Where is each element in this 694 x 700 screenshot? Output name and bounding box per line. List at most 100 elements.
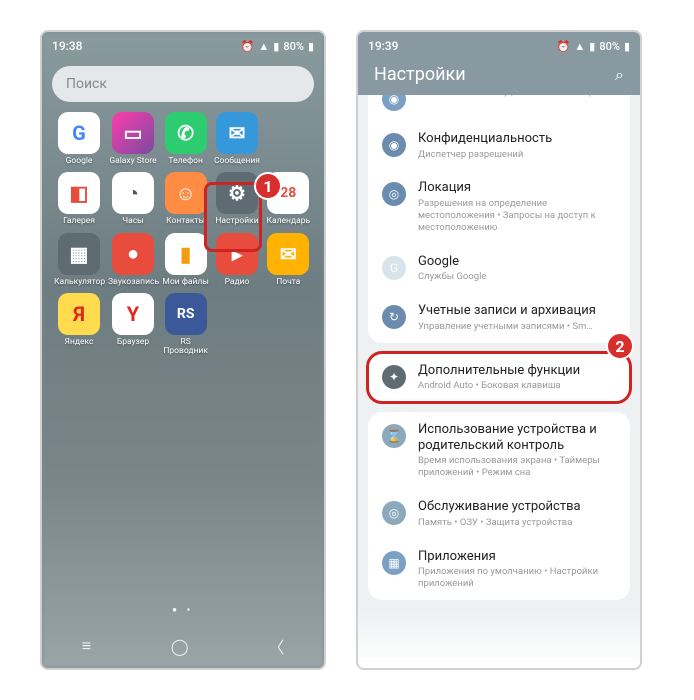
clock: 19:38 bbox=[52, 39, 82, 53]
app-empty bbox=[265, 112, 312, 166]
alarm-icon: ⏰ bbox=[241, 40, 255, 53]
row-text: Обслуживание устройстваПамять • ОЗУ • За… bbox=[418, 499, 616, 528]
recents-button[interactable]: ≡ bbox=[82, 636, 91, 656]
home-button[interactable]: ◯ bbox=[171, 637, 189, 656]
app-Сообщения[interactable]: ✉Сообщения bbox=[213, 112, 260, 166]
settings-title: Настройки bbox=[374, 64, 466, 85]
app-icon: ▸ bbox=[216, 233, 258, 275]
app-label: Google bbox=[66, 157, 93, 166]
settings-group: ⌛Использование устройства и родительский… bbox=[368, 412, 630, 600]
app-Калькулятор[interactable]: ▦Калькулятор bbox=[54, 233, 104, 287]
settings-row[interactable]: ⌛Использование устройства и родительский… bbox=[368, 412, 630, 489]
battery-text: 80% bbox=[599, 40, 620, 53]
row-title: Локация bbox=[418, 180, 616, 196]
app-icon: ◧ bbox=[58, 172, 100, 214]
app-Galaxy Store[interactable]: ▭ Galaxy Store bbox=[108, 112, 158, 166]
row-icon: ▦ bbox=[382, 551, 406, 575]
row-icon: ◉ bbox=[382, 133, 406, 157]
settings-row[interactable]: ▦ПриложенияПриложения по умолчанию • Нас… bbox=[368, 539, 630, 600]
app-label: Яндекс bbox=[65, 338, 94, 347]
app-label: Браузер bbox=[117, 338, 149, 347]
back-button[interactable]: 〈 bbox=[268, 634, 284, 658]
app-RS Проводник[interactable]: RS RS Проводник bbox=[162, 293, 209, 357]
settings-row[interactable]: GGoogleСлужбы Google bbox=[368, 244, 630, 293]
app-label: Настройки bbox=[215, 217, 258, 226]
app-Контакты[interactable]: ☺ Контакты bbox=[162, 172, 209, 226]
row-title: Обслуживание устройства bbox=[418, 499, 616, 515]
page-indicator: ● ▪ bbox=[42, 595, 324, 624]
settings-row[interactable]: ◎ЛокацияРазрешения на определение местоп… bbox=[368, 170, 630, 243]
wifi-icon: ▲ bbox=[258, 40, 269, 53]
battery-text: 80% bbox=[283, 40, 304, 53]
app-Яндекс[interactable]: Я Яндекс bbox=[54, 293, 104, 357]
search-bar[interactable]: Поиск bbox=[52, 66, 314, 102]
settings-row[interactable]: ◉ Распознавание лица, отпечатки пальцев bbox=[368, 95, 630, 121]
row-icon: ↻ bbox=[382, 305, 406, 329]
app-label: Галерея bbox=[63, 217, 95, 226]
app-Мои файлы[interactable]: ▮Мои файлы bbox=[162, 233, 209, 287]
app-label: Galaxy Store bbox=[109, 157, 156, 166]
row-subtitle: Время использования экрана • Таймеры при… bbox=[418, 455, 616, 479]
row-subtitle: Разрешения на определение местоположения… bbox=[418, 198, 616, 234]
row-title: Приложения bbox=[418, 549, 616, 565]
settings-row[interactable]: ↻ Учетные записи и архивация Управление уч… bbox=[368, 293, 630, 342]
app-label: RS Проводник bbox=[162, 338, 209, 357]
signal-icon: ▮ bbox=[273, 40, 279, 53]
row-icon: ⌛ bbox=[382, 424, 406, 448]
row-subtitle: Диспетчер разрешений bbox=[418, 149, 616, 161]
row-title: Учетные записи и архивация bbox=[418, 303, 616, 319]
app-icon: ● bbox=[112, 233, 154, 275]
settings-group: ◉ Распознавание лица, отпечатки пальцев ◉ К… bbox=[368, 95, 630, 343]
wifi-icon: ▲ bbox=[574, 40, 585, 53]
row-text: GoogleСлужбы Google bbox=[418, 254, 616, 283]
row-subtitle: Распознавание лица, отпечатки пальцев bbox=[418, 95, 616, 99]
app-Галерея[interactable]: ◧ Галерея bbox=[54, 172, 104, 226]
app-Звукозапись[interactable]: ●Звукозапись bbox=[108, 233, 158, 287]
app-Радио[interactable]: ▸ Радио bbox=[213, 233, 260, 287]
app-grid: GGoogle▭ Galaxy Store ✆Телефон✉Сообщения ◧ Г… bbox=[42, 112, 324, 357]
settings-list[interactable]: ◉ Распознавание лица, отпечатки пальцев ◉ К… bbox=[358, 95, 640, 663]
app-icon: ⚙ bbox=[216, 172, 258, 214]
app-icon: ▮ bbox=[165, 233, 207, 275]
row-subtitle: Управление учетными записями • Sm… bbox=[418, 321, 616, 333]
status-bar: 19:38 ⏰ ▲ ▮ 80% ▮ bbox=[42, 32, 324, 60]
phone-settings-screen: 19:39 ⏰ ▲ ▮ 80% ▮ Настройки ⌕ ◉ Распознав… bbox=[356, 30, 642, 670]
clock: 19:39 bbox=[368, 39, 398, 53]
app-label: Календарь bbox=[267, 217, 311, 226]
row-icon: ✦ bbox=[382, 365, 406, 389]
app-icon: ▭ bbox=[112, 112, 154, 154]
row-text: Учетные записи и архивация Управление уче… bbox=[418, 303, 616, 332]
app-label: Радио bbox=[225, 278, 250, 287]
row-text: Распознавание лица, отпечатки пальцев bbox=[418, 95, 616, 99]
app-icon: ✉ bbox=[216, 112, 258, 154]
app-Почта[interactable]: ✉Почта bbox=[265, 233, 312, 287]
callout-1: 1 bbox=[254, 172, 282, 200]
app-Браузер[interactable]: Y Браузер bbox=[108, 293, 158, 357]
settings-row[interactable]: ✦Дополнительные функцииAndroid Auto • Бо… bbox=[368, 353, 630, 402]
app-icon: Y bbox=[112, 293, 154, 335]
app-label: Контакты bbox=[166, 217, 205, 226]
row-subtitle: Службы Google bbox=[418, 271, 616, 283]
app-icon: ☺ bbox=[165, 172, 207, 214]
settings-row[interactable]: ◉ КонфиденциальностьДиспетчер разрешений bbox=[368, 121, 630, 170]
row-text: КонфиденциальностьДиспетчер разрешений bbox=[418, 131, 616, 160]
row-subtitle: Android Auto • Боковая клавиша bbox=[418, 380, 616, 392]
settings-row[interactable]: ◎Обслуживание устройстваПамять • ОЗУ • З… bbox=[368, 489, 630, 538]
app-label: Почта bbox=[276, 278, 300, 287]
settings-group: ✦Дополнительные функцииAndroid Auto • Бо… bbox=[368, 353, 630, 402]
app-label: Часы bbox=[122, 217, 144, 226]
app-label: Калькулятор bbox=[54, 278, 104, 287]
callout-2: 2 bbox=[606, 332, 634, 360]
status-icons: ⏰ ▲ ▮ 80% ▮ bbox=[241, 40, 314, 53]
app-Часы[interactable]: ◔Часы bbox=[108, 172, 158, 226]
search-icon[interactable]: ⌕ bbox=[615, 65, 624, 85]
app-Google[interactable]: GGoogle bbox=[54, 112, 104, 166]
app-Телефон[interactable]: ✆Телефон bbox=[162, 112, 209, 166]
battery-icon: ▮ bbox=[624, 40, 630, 53]
app-Настройки[interactable]: ⚙ Настройки bbox=[213, 172, 260, 226]
app-icon: Я bbox=[58, 293, 100, 335]
app-icon: RS bbox=[165, 293, 207, 335]
nav-bar: ≡ ◯ 〈 bbox=[358, 663, 640, 670]
status-bar: 19:39 ⏰ ▲ ▮ 80% ▮ bbox=[358, 32, 640, 60]
row-icon: ◉ bbox=[382, 95, 406, 111]
